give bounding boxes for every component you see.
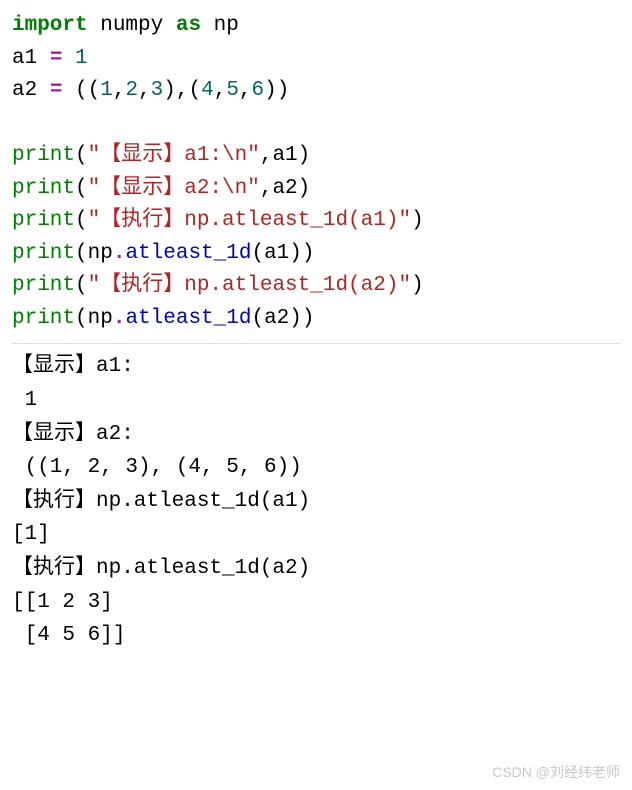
keyword-as: as: [176, 14, 201, 37]
output-block: 【显示】a1: 1 【显示】a2: ((1, 2, 3), (4, 5, 6))…: [12, 343, 620, 652]
print-call: print: [12, 242, 75, 265]
var-a1: a1: [12, 47, 50, 70]
comma: ,: [138, 79, 151, 102]
module-name: numpy: [88, 14, 176, 37]
code-line-2: a1 = 1: [12, 43, 620, 76]
paren: )): [264, 79, 289, 102]
number: 3: [151, 79, 164, 102]
var-a2: a2: [12, 79, 50, 102]
print-call: print: [12, 274, 75, 297]
paren: ),(: [163, 79, 201, 102]
attr-atleast1d: atleast_1d: [125, 307, 251, 330]
code-line-8: print(np.atleast_1d(a1)): [12, 238, 620, 271]
paren: ): [411, 209, 424, 232]
output-line: 【显示】a1:: [12, 350, 620, 384]
number: 6: [252, 79, 265, 102]
attr-atleast1d: atleast_1d: [125, 242, 251, 265]
assign-op: =: [50, 79, 63, 102]
comma: ,: [113, 79, 126, 102]
output-line: [1]: [12, 518, 620, 552]
number: 5: [226, 79, 239, 102]
string-literal: "【执行】np.atleast_1d(a2)": [88, 274, 411, 297]
code-line-6: print("【显示】a2:\n",a2): [12, 173, 620, 206]
output-line: 【执行】np.atleast_1d(a1): [12, 485, 620, 519]
string-literal: "【执行】np.atleast_1d(a1)": [88, 209, 411, 232]
dot-op: .: [113, 242, 126, 265]
paren: (: [75, 144, 88, 167]
output-line: 1: [12, 384, 620, 418]
code-line-10: print(np.atleast_1d(a2)): [12, 303, 620, 336]
code-line-5: print("【显示】a1:\n",a1): [12, 140, 620, 173]
code-line-1: import numpy as np: [12, 10, 620, 43]
space: [62, 47, 75, 70]
print-call: print: [12, 209, 75, 232]
print-call: print: [12, 307, 75, 330]
paren: (: [75, 209, 88, 232]
args-rest: (a2)): [251, 307, 314, 330]
print-call: print: [12, 177, 75, 200]
args-rest: (a1)): [251, 242, 314, 265]
comma: ,: [214, 79, 227, 102]
paren: ): [411, 274, 424, 297]
output-line: [[1 2 3]: [12, 586, 620, 620]
output-line: 【显示】a2:: [12, 418, 620, 452]
comma: ,: [239, 79, 252, 102]
string-literal: "【显示】a2:\n": [88, 177, 260, 200]
print-call: print: [12, 144, 75, 167]
watermark: CSDN @刘经纬老师: [492, 762, 620, 784]
paren: ((: [62, 79, 100, 102]
code-block: import numpy as np a1 = 1 a2 = ((1,2,3),…: [12, 10, 620, 335]
assign-op: =: [50, 47, 63, 70]
args-rest: ,a1): [260, 144, 310, 167]
dot-op: .: [113, 307, 126, 330]
string-literal: "【显示】a1:\n": [88, 144, 260, 167]
output-line: 【执行】np.atleast_1d(a2): [12, 552, 620, 586]
code-line-9: print("【执行】np.atleast_1d(a2)"): [12, 270, 620, 303]
paren: (: [75, 177, 88, 200]
number: 4: [201, 79, 214, 102]
np-ref: (np: [75, 307, 113, 330]
code-line-3: a2 = ((1,2,3),(4,5,6)): [12, 75, 620, 108]
paren: (: [75, 274, 88, 297]
number-1: 1: [75, 47, 88, 70]
number: 1: [100, 79, 113, 102]
code-line-7: print("【执行】np.atleast_1d(a1)"): [12, 205, 620, 238]
keyword-import: import: [12, 14, 88, 37]
args-rest: ,a2): [260, 177, 310, 200]
output-line: [4 5 6]]: [12, 619, 620, 653]
code-line-blank: [12, 108, 620, 141]
output-line: ((1, 2, 3), (4, 5, 6)): [12, 451, 620, 485]
np-ref: (np: [75, 242, 113, 265]
number: 2: [125, 79, 138, 102]
alias-name: np: [201, 14, 239, 37]
